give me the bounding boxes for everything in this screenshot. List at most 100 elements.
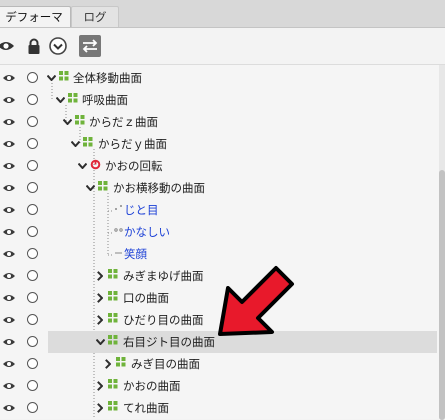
tree-row-label: ひだり目の曲面 (123, 313, 204, 327)
visibility-eye-icon[interactable] (2, 160, 16, 172)
curved-deformer-icon (108, 269, 118, 279)
vertical-scrollbar[interactable] (439, 65, 445, 420)
chevron-down-icon[interactable] (47, 75, 56, 81)
lock-toggle[interactable] (27, 94, 38, 105)
lock-toggle[interactable] (27, 138, 38, 149)
tree-row-label: じと目 (124, 203, 159, 217)
lock-toggle[interactable] (27, 248, 38, 259)
lock-toggle[interactable] (27, 270, 38, 281)
chevron-down-icon[interactable] (78, 163, 87, 169)
lock-toggle[interactable] (27, 72, 38, 83)
lock-toggle[interactable] (27, 204, 38, 215)
tree-row[interactable]: かなしい (0, 221, 445, 243)
art-path-icon (115, 205, 122, 210)
tab-bar: デフォーマ ログ (0, 0, 445, 28)
curved-deformer-icon (68, 93, 78, 103)
lock-toggle[interactable] (27, 336, 38, 347)
lock-toggle[interactable] (27, 226, 38, 237)
visibility-eye-icon[interactable] (2, 138, 16, 150)
tree-row[interactable]: からだｚ曲面 (0, 111, 445, 133)
visibility-eye-icon[interactable] (2, 248, 16, 260)
lock-toggle[interactable] (27, 358, 38, 369)
visibility-eye-icon[interactable] (2, 270, 16, 282)
visibility-eye-icon[interactable] (2, 402, 16, 414)
visibility-eye-icon[interactable] (2, 72, 16, 84)
visibility-eye-icon[interactable] (2, 292, 16, 304)
chevron-down-icon[interactable] (63, 119, 72, 125)
lock-toggle[interactable] (27, 116, 38, 127)
lock-toggle[interactable] (27, 314, 38, 325)
curved-deformer-icon (108, 401, 118, 411)
chevron-down-icon[interactable] (86, 185, 95, 191)
curved-deformer-icon (108, 335, 118, 345)
visibility-eye-icon[interactable] (2, 358, 16, 370)
visibility-eye-icon[interactable] (2, 314, 16, 326)
tree-row[interactable]: 口の曲面 (0, 287, 445, 309)
curved-deformer-icon (75, 115, 85, 125)
chevron-down-icon[interactable] (56, 97, 65, 103)
visibility-eye-icon[interactable] (2, 226, 16, 238)
tree-row[interactable]: みぎ目の曲面 (0, 353, 445, 375)
tree-row-label: 呼吸曲面 (82, 93, 128, 107)
scrollbar-thumb[interactable] (439, 170, 445, 420)
tree-row-label: 全体移動曲面 (73, 71, 142, 85)
rotation-deformer-icon (90, 159, 101, 170)
tree-row[interactable]: てれ曲面 (0, 397, 445, 419)
tree-row[interactable]: かお横移動の曲面 (0, 177, 445, 199)
art-path-icon (114, 228, 123, 232)
swap-arrows-icon[interactable] (79, 35, 101, 57)
tree-row-label: かおの回転 (105, 159, 163, 173)
chevron-right-icon[interactable] (105, 359, 111, 369)
chevron-right-icon[interactable] (97, 271, 103, 281)
curved-deformer-icon (108, 313, 118, 323)
visibility-eye-icon[interactable] (2, 380, 16, 392)
tree-row[interactable]: ひだり目の曲面 (0, 309, 445, 331)
tree-row[interactable]: 全体移動曲面 (0, 67, 445, 89)
curved-deformer-icon (108, 379, 118, 389)
tab-deformer[interactable]: デフォーマ (0, 6, 71, 27)
tree-row[interactable]: じと目 (0, 199, 445, 221)
chevron-right-icon[interactable] (97, 293, 103, 303)
visibility-eye-icon[interactable] (2, 94, 16, 106)
lock-icon[interactable] (24, 36, 44, 56)
curved-deformer-icon (108, 291, 118, 301)
tree-row-label: からだｙ曲面 (98, 137, 167, 151)
tree-row-label: かなしい (124, 225, 170, 239)
lock-toggle[interactable] (27, 292, 38, 303)
chevron-right-icon[interactable] (97, 315, 103, 325)
chevron-down-icon[interactable] (96, 339, 105, 345)
tree-row[interactable]: 呼吸曲面 (0, 89, 445, 111)
curved-deformer-icon (59, 71, 69, 81)
eye-icon[interactable] (0, 36, 16, 56)
visibility-eye-icon[interactable] (2, 336, 16, 348)
tree-row-label: 右目ジト目の曲面 (123, 335, 215, 349)
toolbar (0, 28, 445, 65)
selection-highlight (48, 331, 437, 353)
lock-toggle[interactable] (27, 380, 38, 391)
tree-row[interactable]: 笑顔 (0, 243, 445, 265)
visibility-eye-icon[interactable] (2, 204, 16, 216)
visibility-eye-icon[interactable] (2, 182, 16, 194)
lock-toggle[interactable] (27, 402, 38, 413)
chevron-circle-down-icon[interactable] (48, 36, 68, 56)
tab-log[interactable]: ログ (71, 6, 119, 27)
tree-row-selected[interactable]: 右目ジト目の曲面 (0, 331, 445, 353)
tree-row-label: 口の曲面 (123, 291, 169, 305)
tree-row-label: みぎまゆげ曲面 (123, 269, 204, 283)
tree-row[interactable]: みぎまゆげ曲面 (0, 265, 445, 287)
tree-row[interactable]: かおの曲面 (0, 375, 445, 397)
curved-deformer-icon (116, 357, 126, 367)
curved-deformer-icon (98, 181, 108, 191)
chevron-right-icon[interactable] (97, 403, 103, 413)
chevron-right-icon[interactable] (97, 381, 103, 391)
visibility-eye-icon[interactable] (2, 116, 16, 128)
tree-row[interactable]: かおの回転 (0, 155, 445, 177)
tree-row[interactable]: からだｙ曲面 (0, 133, 445, 155)
tree-row-label: 笑顔 (124, 247, 147, 261)
deformer-tree: 全体移動曲面 呼吸曲面 からだｚ曲面 からだｙ曲面 かおの回転 かお横移動の曲面… (0, 65, 445, 419)
tree-row-label: からだｚ曲面 (89, 115, 158, 129)
lock-toggle[interactable] (27, 182, 38, 193)
tree-row-label: みぎ目の曲面 (131, 357, 200, 371)
lock-toggle[interactable] (27, 160, 38, 171)
chevron-down-icon[interactable] (71, 141, 80, 147)
